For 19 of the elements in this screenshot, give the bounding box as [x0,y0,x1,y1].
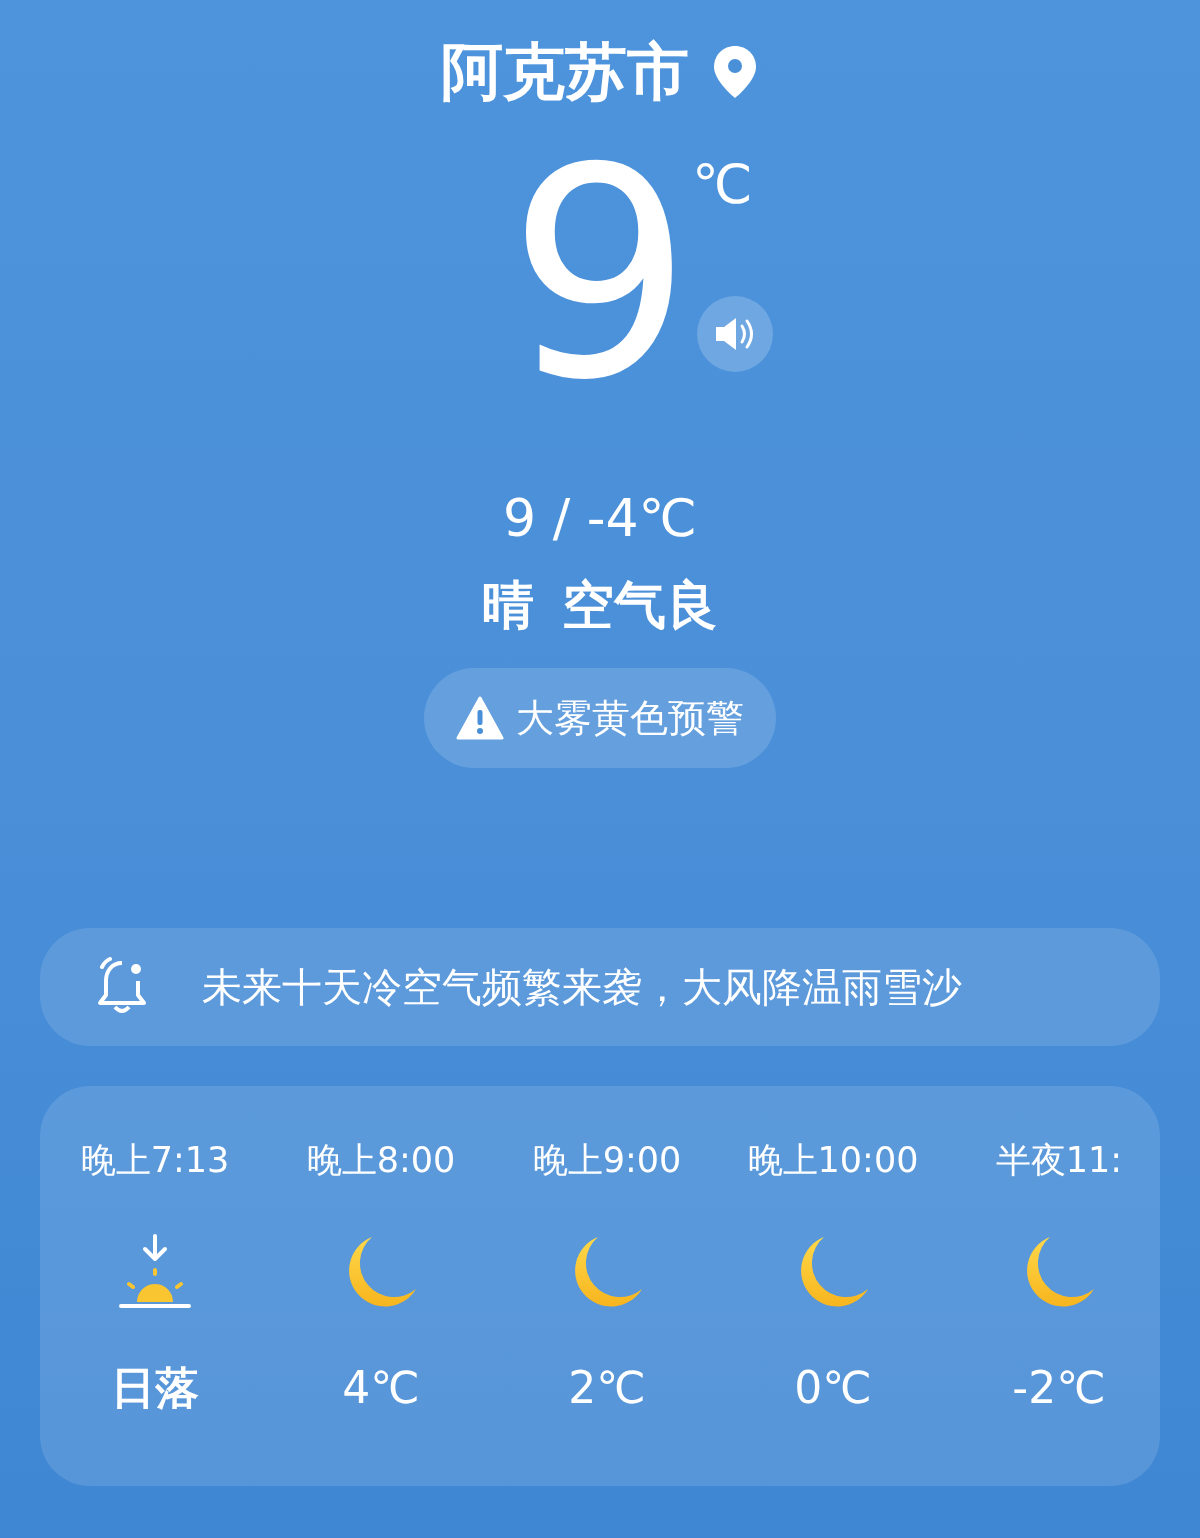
hour-temperature: 2℃ [568,1362,646,1416]
hour-time: 晚上10:00 [747,1139,919,1183]
city-name: 阿克苏市 [441,41,689,103]
sunset-label: 日落 [111,1362,199,1416]
hour-time: 半夜11: [995,1139,1123,1183]
temperature-range: 9 / -4℃ [503,490,697,548]
hour-temperature: -2℃ [1012,1362,1106,1416]
air-quality: 空气良 [562,577,718,635]
warning-icon [456,696,504,741]
hour-temperature: 4℃ [342,1362,420,1416]
hour-temperature: 0℃ [794,1362,872,1416]
hour-time: 晚上9:00 [532,1139,682,1183]
weather-condition: 晴 [482,577,534,635]
temperature-unit: ℃ [692,158,753,212]
current-temperature: 9 [507,130,693,420]
location-pin-icon [711,44,759,100]
warning-button[interactable]: 大雾黄色预警 [424,668,776,769]
hour-time: 晚上7:13 [80,1139,230,1183]
hour-time: 晚上8:00 [306,1139,456,1183]
